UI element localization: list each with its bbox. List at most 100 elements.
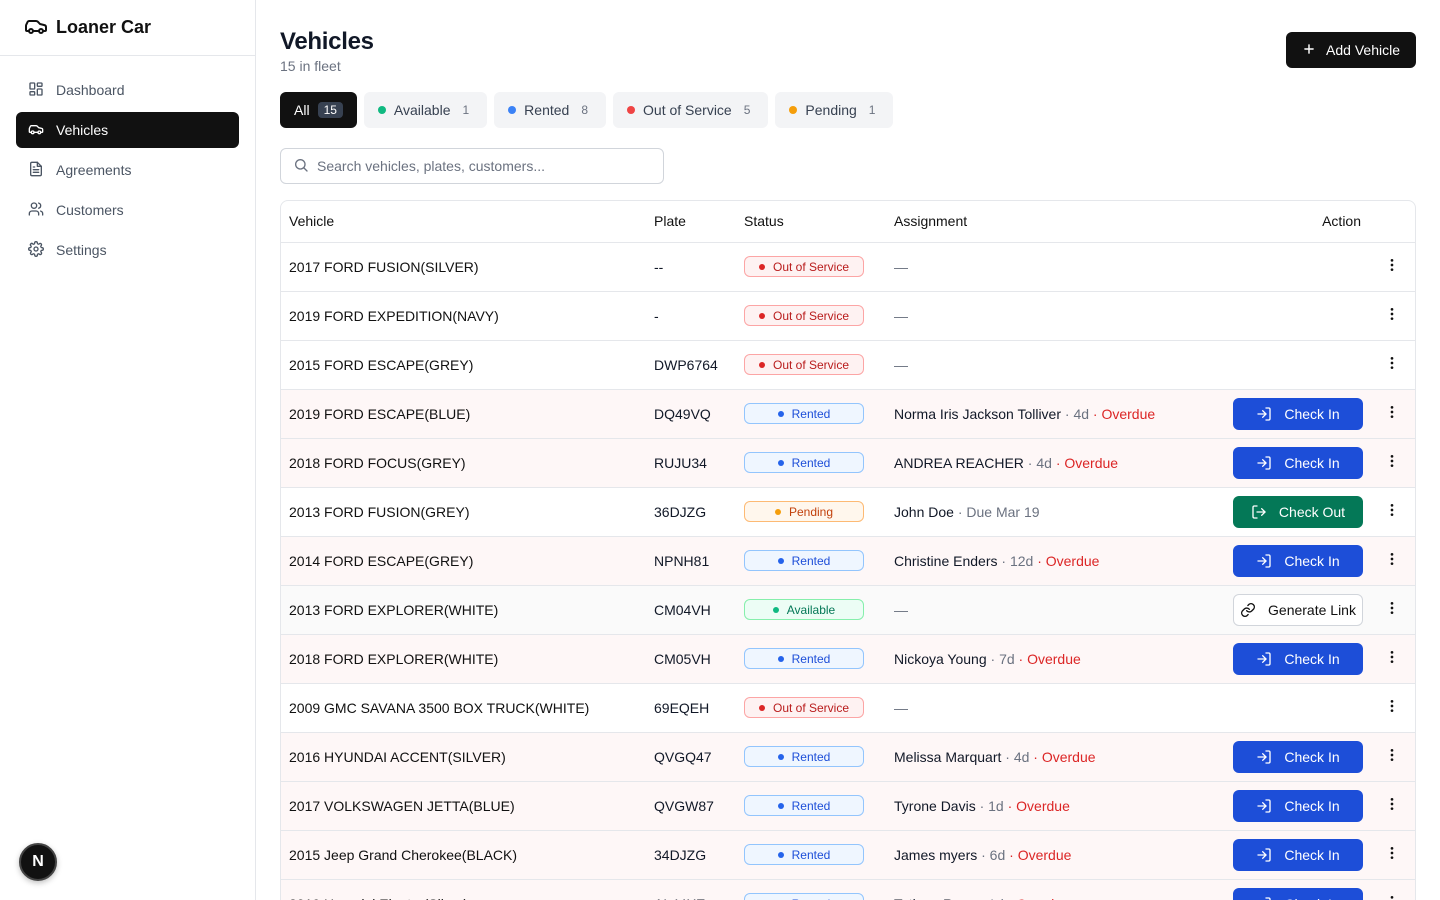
- check-in-icon: [1256, 798, 1272, 814]
- check-in-button[interactable]: Check In: [1233, 838, 1363, 871]
- action-cell: [1221, 340, 1367, 390]
- status-cell: Pending: [736, 487, 886, 537]
- status-label: Out of Service: [772, 259, 850, 274]
- check-in-button[interactable]: Check In: [1233, 789, 1363, 822]
- more-vertical-icon[interactable]: [1384, 649, 1400, 668]
- sidebar-item-dashboard[interactable]: Dashboard: [16, 72, 239, 108]
- sidebar: Loaner Car Dashboard Vehicles Agreements…: [0, 0, 256, 900]
- more-vertical-icon[interactable]: [1384, 845, 1400, 864]
- vehicle-color: (BLACK): [461, 846, 518, 863]
- more-vertical-icon[interactable]: [1384, 257, 1400, 276]
- status-cell: Rented: [736, 438, 886, 488]
- more-vertical-icon[interactable]: [1384, 894, 1400, 900]
- sidebar-item-agreements[interactable]: Agreements: [16, 152, 239, 188]
- status-dot-icon: [777, 459, 784, 466]
- more-vertical-icon[interactable]: [1384, 453, 1400, 472]
- table-row[interactable]: 2018 FORD FOCUS(GREY) RUJU34 Rented ANDREA …: [281, 438, 1415, 488]
- table-row[interactable]: 2014 FORD ESCAPE(GREY) NPNH81 Rented Christ…: [281, 536, 1415, 586]
- search-input[interactable]: [317, 158, 647, 174]
- row-menu-cell: [1367, 732, 1415, 782]
- filter-all[interactable]: All 15: [280, 92, 357, 128]
- search-icon: [293, 157, 309, 176]
- assignment-detail: · 1d: [976, 896, 1004, 900]
- filter-out-of-service[interactable]: Out of Service 5: [613, 92, 769, 128]
- more-vertical-icon[interactable]: [1384, 551, 1400, 570]
- overdue-label: · Overdue: [1005, 846, 1072, 863]
- table-row[interactable]: 2015 FORD ESCAPE(GREY) DWP6764 Out of Serv…: [281, 340, 1415, 390]
- more-vertical-icon[interactable]: [1384, 600, 1400, 619]
- sidebar-item-settings[interactable]: Settings: [16, 232, 239, 268]
- assignment-detail: · 6d: [977, 846, 1006, 863]
- more-vertical-icon[interactable]: [1384, 698, 1400, 717]
- row-menu-cell: [1367, 487, 1415, 537]
- column-header-assignment[interactable]: Assignment: [886, 201, 1221, 243]
- check-in-button[interactable]: Check In: [1233, 887, 1363, 900]
- brand[interactable]: Loaner Car: [0, 0, 255, 56]
- sidebar-item-vehicles[interactable]: Vehicles: [16, 112, 239, 148]
- vehicle-cell: 2018 FORD EXPLORER(WHITE): [281, 634, 646, 684]
- column-header-status[interactable]: Status: [736, 201, 886, 243]
- assignment-cell: Norma Iris Jackson Tolliver · 4d · Overd…: [886, 389, 1221, 439]
- more-vertical-icon[interactable]: [1384, 747, 1400, 766]
- assignment-detail: · Due Mar 19: [953, 503, 1040, 520]
- vehicle-color: (GREY): [420, 503, 470, 520]
- status-dot-icon: [774, 508, 781, 515]
- more-vertical-icon[interactable]: [1384, 306, 1400, 325]
- table-row[interactable]: 2015 Jeep Grand Cherokee(BLACK) 34DJZG Ren…: [281, 830, 1415, 880]
- table-row[interactable]: 2009 GMC SAVANA 3500 BOX TRUCK(WHITE) 69E…: [281, 683, 1415, 733]
- table-row[interactable]: 2013 FORD EXPLORER(WHITE) CM04VH Available…: [281, 585, 1415, 635]
- filter-label: Rented: [524, 102, 570, 118]
- status-dot-icon: [377, 106, 386, 114]
- table-row[interactable]: 2018 FORD EXPLORER(WHITE) CM05VH Rented Nic…: [281, 634, 1415, 684]
- check-in-button[interactable]: Check In: [1233, 642, 1363, 675]
- more-vertical-icon[interactable]: [1384, 502, 1400, 521]
- avatar[interactable]: N: [19, 843, 57, 881]
- generate-link-button[interactable]: Generate Link: [1233, 593, 1363, 626]
- check-in-button[interactable]: Check In: [1233, 446, 1363, 479]
- check-out-button[interactable]: Check Out: [1233, 495, 1363, 528]
- status-label: Out of Service: [772, 357, 850, 372]
- assignment-cell: Tyrone Davis · 1d · Overdue: [886, 781, 1221, 831]
- column-header-plate[interactable]: Plate: [646, 201, 736, 243]
- table-row[interactable]: 2017 VOLKSWAGEN JETTA(BLUE) QVGW87 Rented T…: [281, 781, 1415, 831]
- action-label: Check In: [1284, 552, 1340, 569]
- more-vertical-icon[interactable]: [1384, 355, 1400, 374]
- more-vertical-icon[interactable]: [1384, 796, 1400, 815]
- status-badge-pending: Pending: [744, 501, 864, 522]
- action-label: Check In: [1284, 748, 1340, 765]
- check-in-button[interactable]: Check In: [1233, 544, 1363, 577]
- empty-assignment: —: [894, 356, 908, 373]
- status-dot-icon: [758, 361, 765, 368]
- table-header-row: Vehicle Plate Status Assignment Action: [281, 201, 1415, 243]
- row-menu-cell: [1367, 683, 1415, 733]
- status-label: Out of Service: [772, 700, 850, 715]
- assignment-detail: · 12d: [997, 552, 1034, 569]
- check-in-button[interactable]: Check In: [1233, 740, 1363, 773]
- vehicle-color: (GREY): [424, 356, 474, 373]
- check-in-button[interactable]: Check In: [1233, 397, 1363, 430]
- status-dot-icon: [789, 106, 798, 114]
- vehicle-cell: 2016 HYUNDAI ACCENT(SILVER): [281, 732, 646, 782]
- column-header-vehicle[interactable]: Vehicle: [281, 201, 646, 243]
- filter-pending[interactable]: Pending 1: [775, 92, 894, 128]
- table-row[interactable]: 2017 FORD FUSION(SILVER) -- Out of Service…: [281, 242, 1415, 292]
- table-row[interactable]: 2019 FORD EXPEDITION(NAVY) - Out of Servic…: [281, 291, 1415, 341]
- table-row[interactable]: 2019 FORD ESCAPE(BLUE) DQ49VQ Rented Norma …: [281, 389, 1415, 439]
- add-vehicle-button[interactable]: Add Vehicle: [1286, 32, 1416, 68]
- vehicle-cell: 2014 FORD ESCAPE(GREY): [281, 536, 646, 586]
- empty-assignment: —: [894, 699, 908, 716]
- status-cell: Rented: [736, 732, 886, 782]
- filter-available[interactable]: Available 1: [363, 92, 488, 128]
- status-dot-icon: [777, 410, 784, 417]
- table-row[interactable]: 2013 FORD FUSION(GREY) 36DJZG Pending John …: [281, 487, 1415, 537]
- sidebar-item-customers[interactable]: Customers: [16, 192, 239, 228]
- action-cell: Check In: [1221, 438, 1367, 488]
- action-cell: Generate Link: [1221, 585, 1367, 635]
- table-row[interactable]: 2019 Hyundai Elantra(Silver)AL44XERented…: [281, 879, 1415, 900]
- table-row[interactable]: 2016 HYUNDAI ACCENT(SILVER) QVGQ47 Rented M…: [281, 732, 1415, 782]
- filter-rented[interactable]: Rented 8: [494, 92, 607, 128]
- assignment-cell: Christine Enders · 12d · Overdue: [886, 536, 1221, 586]
- action-cell: Check In: [1221, 781, 1367, 831]
- more-vertical-icon[interactable]: [1384, 404, 1400, 423]
- users-icon: [28, 201, 44, 220]
